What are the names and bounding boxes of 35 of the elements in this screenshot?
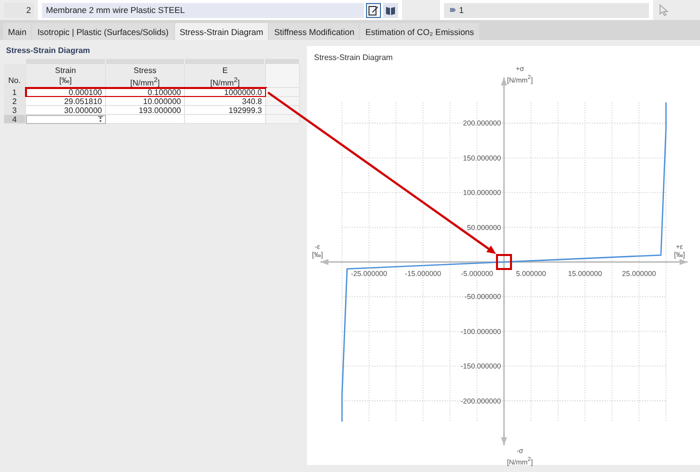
- edit-icon: [368, 4, 379, 16]
- tag-icon: [450, 7, 456, 13]
- tab[interactable]: Main: [3, 23, 32, 40]
- column-header: [266, 64, 300, 88]
- row-number[interactable]: 1: [4, 88, 26, 97]
- book-button[interactable]: [383, 2, 398, 18]
- table-cell: 0.100000: [106, 88, 185, 97]
- edit-button[interactable]: [366, 2, 381, 18]
- input-field[interactable]: [26, 115, 106, 124]
- table-cell: 1000000.0: [185, 88, 266, 97]
- table-cell: 30.000000: [26, 106, 106, 115]
- table-cell: 0.000100: [26, 88, 106, 97]
- tab[interactable]: Stiffness Modification: [269, 23, 360, 40]
- row-number[interactable]: 2: [4, 97, 26, 106]
- row-number[interactable]: 3: [4, 106, 26, 115]
- table-cell: [266, 115, 300, 124]
- table-cell: 340.8: [185, 97, 266, 106]
- tab[interactable]: Stress-Strain Diagram: [174, 23, 268, 40]
- tab[interactable]: Isotropic | Plastic (Surfaces/Solids): [32, 23, 174, 40]
- tab[interactable]: Estimation of CO₂ Emissions: [360, 23, 480, 40]
- chart-title: Stress-Strain Diagram: [314, 53, 393, 62]
- assignment-value: 1: [459, 5, 464, 15]
- name-field[interactable]: Membrane 2 mm wire Plastic STEEL: [42, 2, 364, 18]
- table-cell: 10.000000: [106, 97, 185, 106]
- column-header: No.: [4, 64, 26, 88]
- section-title: Stress-Strain Diagram: [5, 45, 92, 57]
- table-cell: 192999.3: [185, 106, 266, 115]
- table-cell: 193.000000: [106, 106, 185, 115]
- number-field[interactable]: 2: [4, 2, 34, 18]
- table-cell: [266, 88, 300, 97]
- table-cell: 29.051810: [26, 97, 106, 106]
- row-number[interactable]: 4: [4, 115, 26, 124]
- spin-icon[interactable]: [98, 116, 103, 123]
- assignment-field[interactable]: 1: [444, 2, 649, 18]
- book-icon: [385, 4, 396, 16]
